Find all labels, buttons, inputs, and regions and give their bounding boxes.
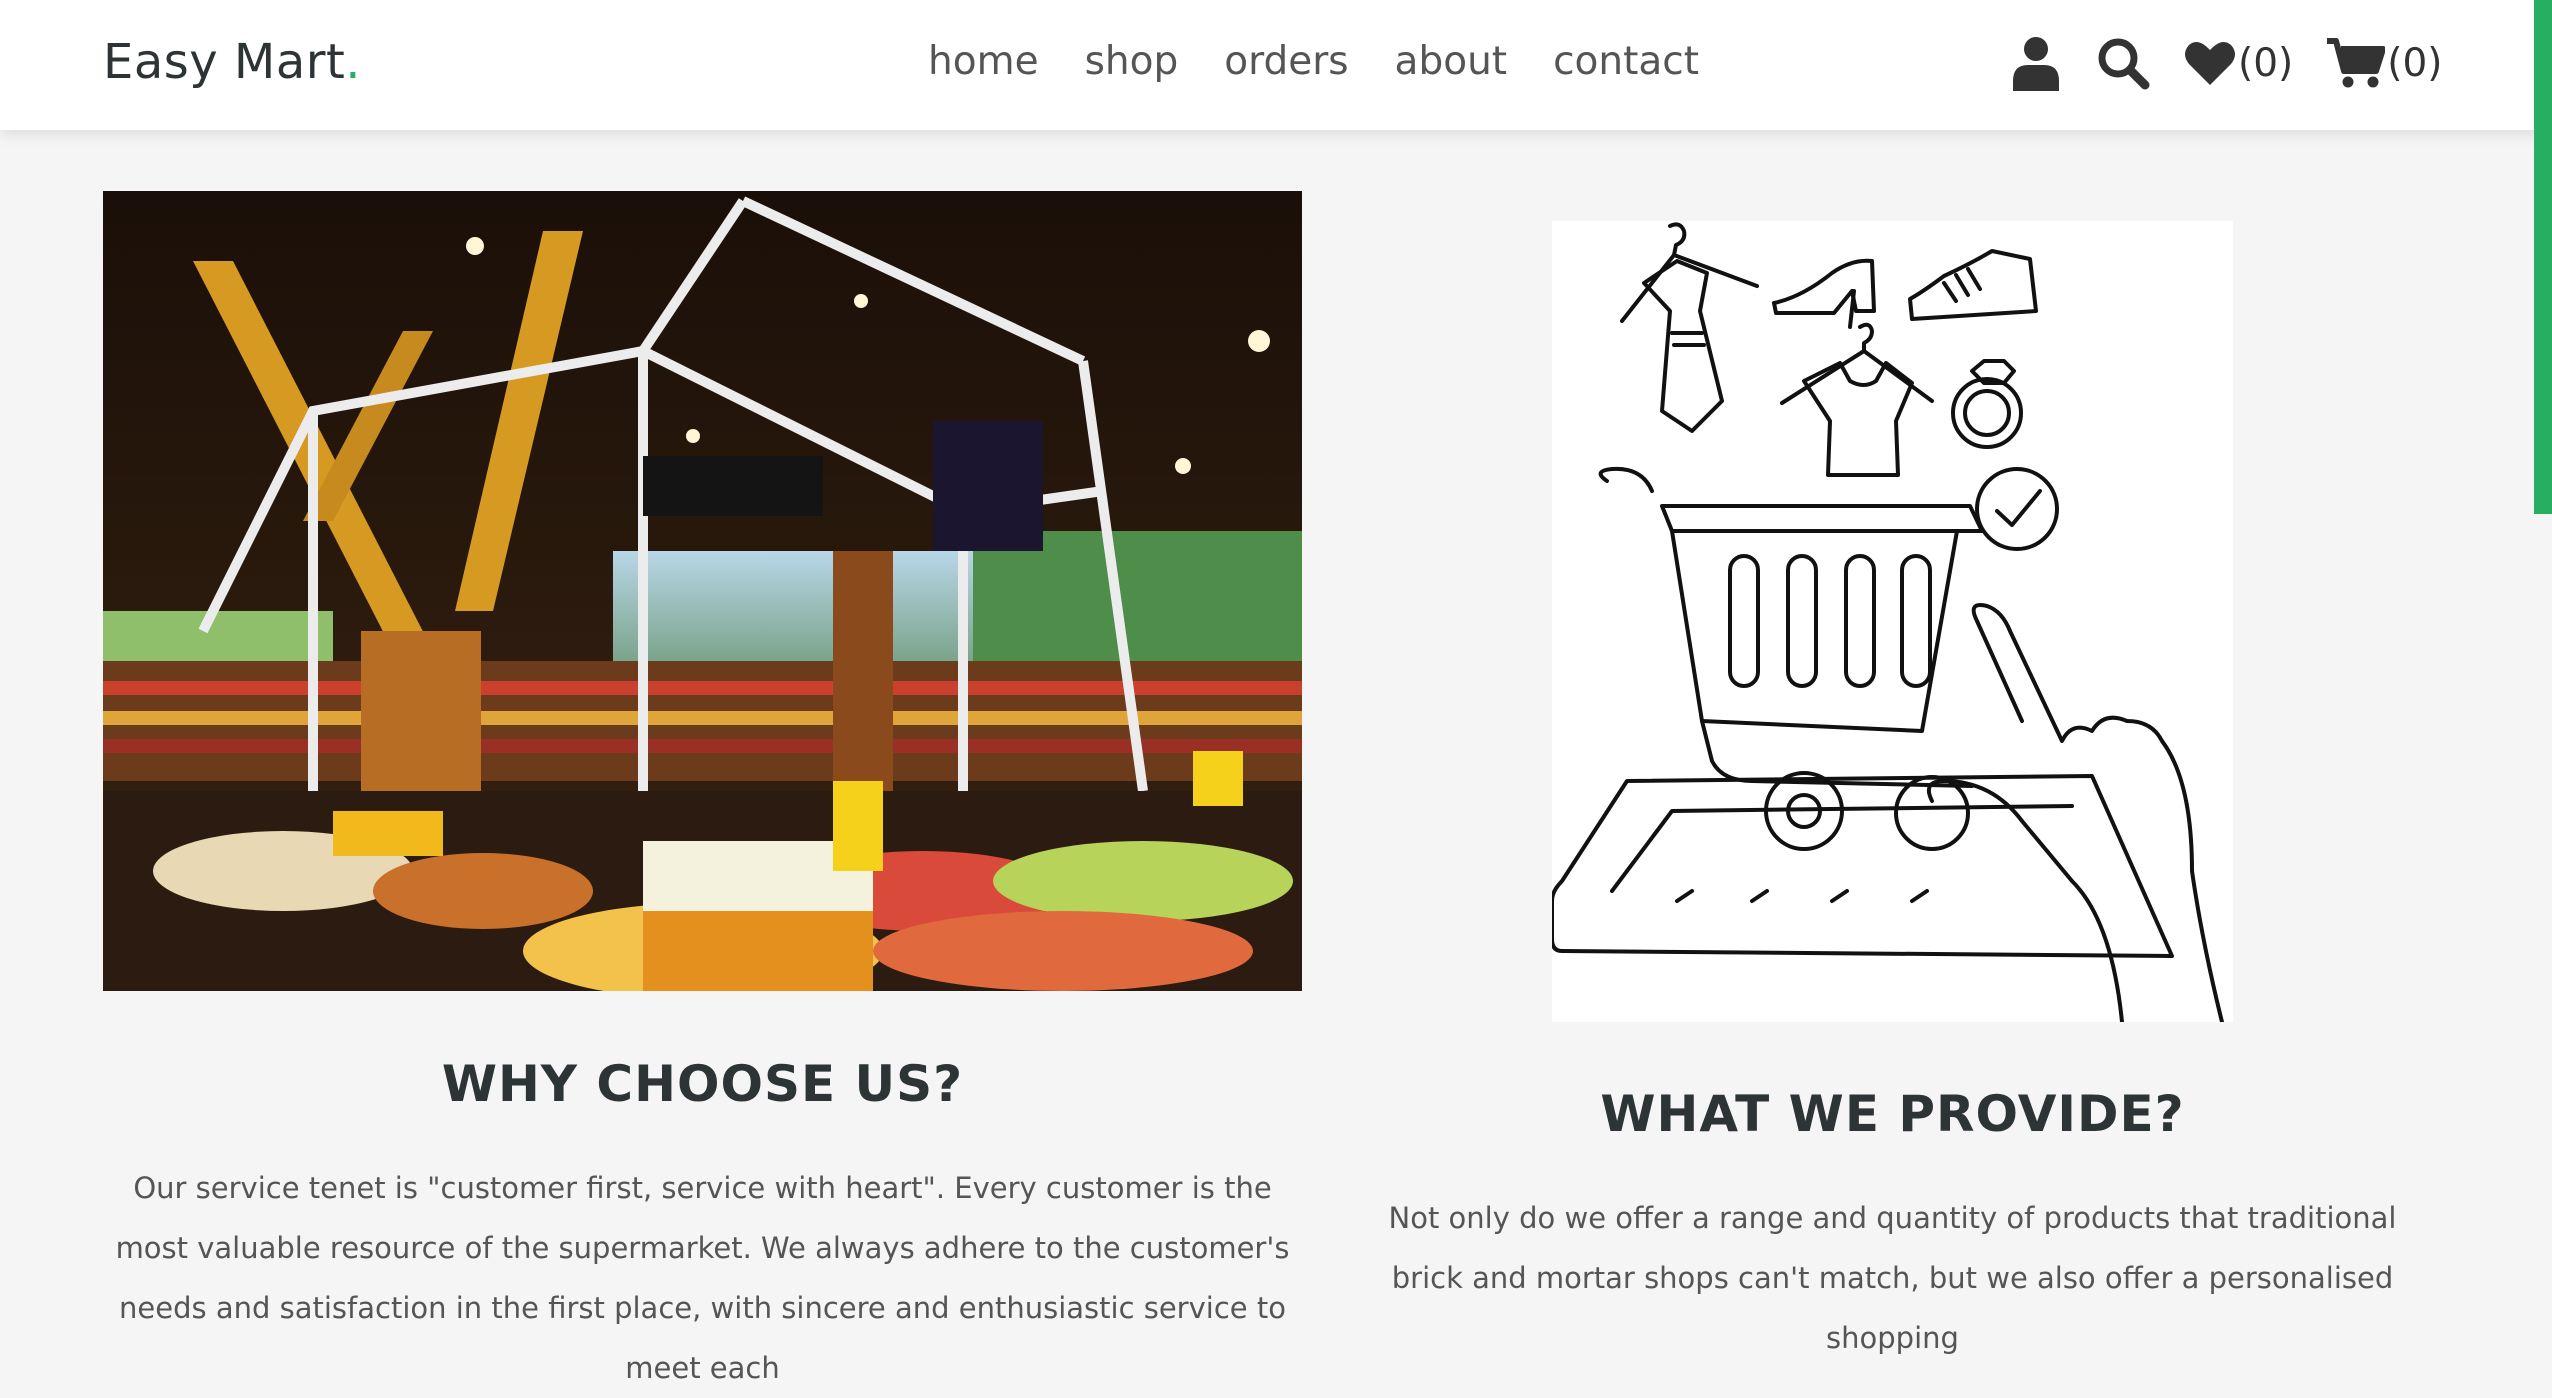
logo-dot: . [345,34,362,90]
user-button[interactable] [2010,35,2062,91]
nav-contact-link[interactable]: contact [1553,32,1699,92]
why-choose-us-title: WHY CHOOSE US? [441,1055,964,1113]
nav-about-link[interactable]: about [1395,32,1508,92]
nav-home-link[interactable]: home [928,32,1039,92]
what-we-provide-title: WHAT WE PROVIDE? [1600,1085,2185,1143]
wishlist-count: (0) [2238,40,2294,86]
user-icon [2013,37,2059,91]
wishlist-button[interactable]: (0) [2184,39,2293,87]
supermarket-image [103,191,1302,991]
nav-shop-link[interactable]: shop [1085,32,1179,92]
nav-orders-link[interactable]: orders [1224,32,1348,92]
main-nav: home shop orders about contact [928,32,1699,92]
why-choose-us-text: Our service tenet is "customer first, se… [115,1171,1290,1385]
search-button[interactable] [2096,36,2150,90]
scrollbar-thumb[interactable] [2534,0,2552,514]
cart-icon [2327,38,2386,88]
cart-count: (0) [2387,40,2443,86]
logo[interactable]: Easy Mart. [103,30,361,94]
cart-button[interactable]: (0) [2327,37,2443,89]
what-we-provide-text: Not only do we offer a range and quantit… [1388,1201,2397,1355]
shopping-cart-illustration [1552,221,2233,1022]
heart-icon [2185,41,2235,85]
logo-text: Easy Mart [103,34,346,90]
header-icons: (0) (0) [2010,30,2443,96]
search-icon [2098,38,2150,90]
site-header: Easy Mart. home shop orders about contac… [0,0,2552,130]
